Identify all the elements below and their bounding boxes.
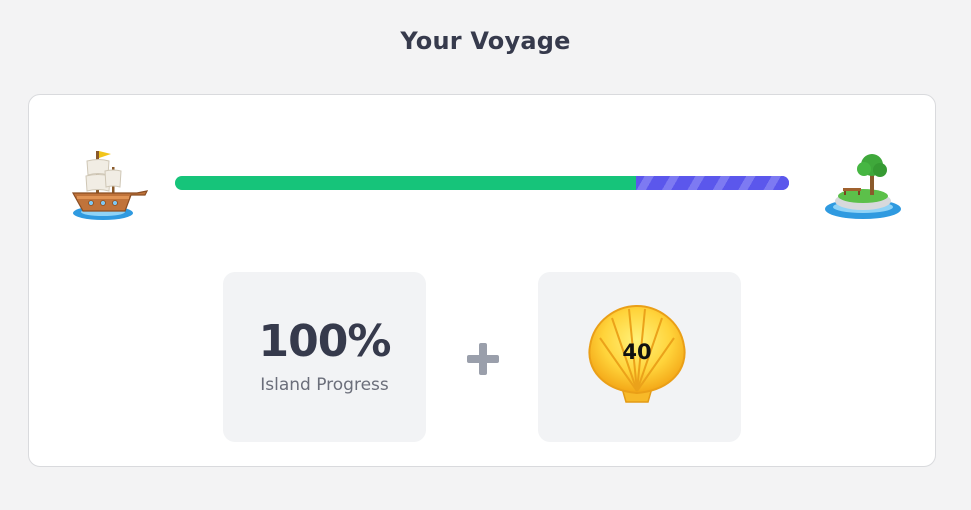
pirate-ship-icon (71, 151, 149, 220)
shells-card: 40 (538, 272, 741, 442)
voyage-progress-bar (175, 176, 789, 190)
tree-island-icon (825, 154, 901, 219)
island-progress-value: 100% (258, 316, 392, 367)
page-title: Your Voyage (400, 27, 571, 55)
voyage-card: 100% Island Progress 40 (28, 94, 936, 467)
island-progress-label: Island Progress (260, 375, 389, 395)
plus-icon (467, 343, 499, 375)
shell-count: 40 (622, 340, 652, 364)
progress-fill-completed (175, 176, 636, 190)
progress-fill-in-progress (635, 176, 789, 190)
island-progress-card: 100% Island Progress (223, 272, 426, 442)
